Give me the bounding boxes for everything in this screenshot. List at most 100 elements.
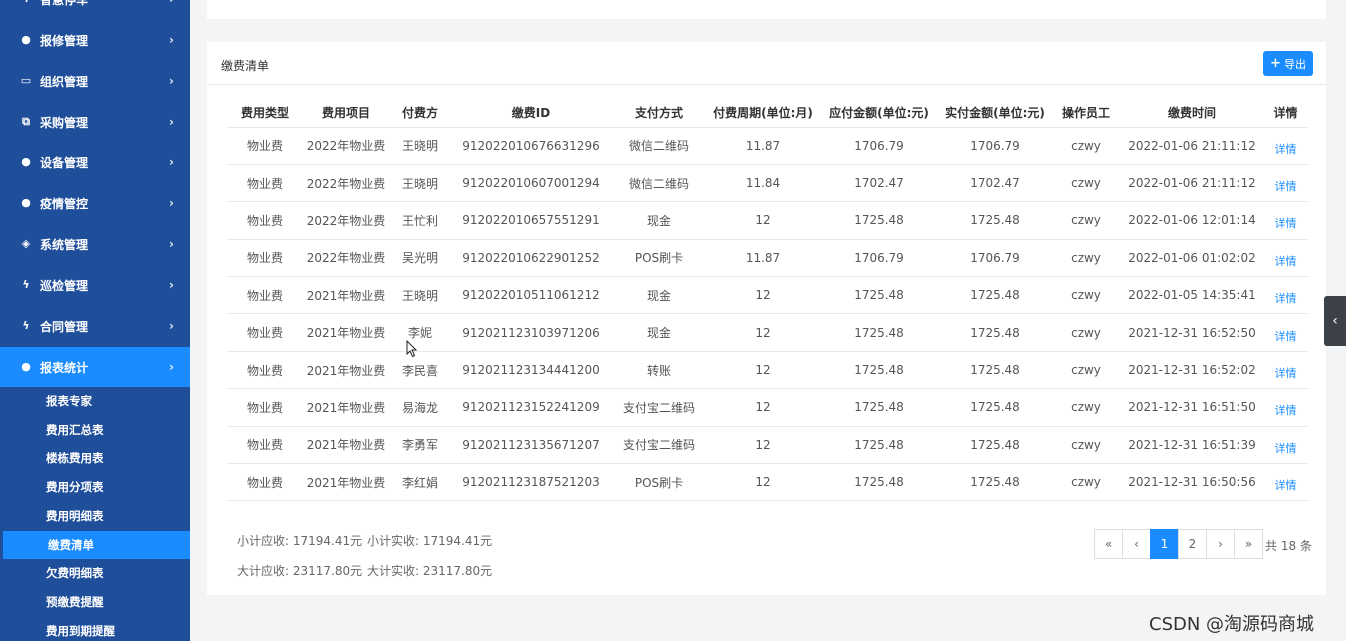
table-cell: 2022-01-06 21:11:12 bbox=[1121, 164, 1263, 203]
detail-link[interactable]: 详情 bbox=[1263, 239, 1308, 278]
sidebar: ϟ 智慧停车 › ● 报修管理 › ▭ 组织管理 › ⧉ 采购管理 › ● 设备管理 › ● 疫情管控 › ◈ 系统管… bbox=[0, 0, 190, 641]
sidebar-menu-6[interactable]: ● 疫情管控 › bbox=[0, 183, 190, 223]
table-cell: 912022010676631296 bbox=[451, 127, 611, 165]
page-1-button[interactable]: 1 bbox=[1150, 529, 1179, 559]
table-cell: 2022年物业费 bbox=[303, 164, 389, 203]
chevron-right-icon: › bbox=[169, 319, 174, 333]
detail-link[interactable]: 详情 bbox=[1263, 426, 1308, 465]
chevron-right-icon: › bbox=[169, 0, 174, 6]
table-cell: 2022-01-06 21:11:12 bbox=[1121, 127, 1263, 165]
detail-link[interactable]: 详情 bbox=[1263, 313, 1308, 352]
table-cell: 1725.48 bbox=[819, 201, 939, 240]
table-cell: 现金 bbox=[611, 313, 707, 352]
sidebar-menu-label: 疫情管控 bbox=[40, 196, 89, 211]
mouse-cursor-icon bbox=[406, 340, 418, 358]
detail-link[interactable]: 详情 bbox=[1263, 276, 1308, 315]
table-cell: 2021年物业费 bbox=[303, 313, 389, 352]
table-cell: 2021年物业费 bbox=[303, 426, 389, 465]
table-cell: 物业费 bbox=[227, 351, 303, 390]
detail-link[interactable]: 详情 bbox=[1263, 351, 1308, 390]
disc-icon: ● bbox=[21, 33, 31, 46]
table-cell: 物业费 bbox=[227, 164, 303, 203]
sidebar-menu-label: 报表统计 bbox=[40, 360, 89, 375]
table-cell: 12 bbox=[707, 276, 819, 315]
sidebar-submenu-item[interactable]: 报表专家 bbox=[0, 387, 190, 415]
chevron-right-icon: › bbox=[169, 196, 174, 210]
page-2-button[interactable]: 2 bbox=[1178, 529, 1207, 559]
chevron-right-icon: › bbox=[169, 237, 174, 251]
table-cell: 2021-12-31 16:52:02 bbox=[1121, 351, 1263, 390]
column-header: 缴费时间 bbox=[1121, 99, 1263, 128]
last-page-button[interactable]: » bbox=[1234, 529, 1263, 559]
table-cell: 转账 bbox=[611, 351, 707, 390]
table-cell: czwy bbox=[1051, 388, 1121, 427]
sidebar-menu-8[interactable]: ϟ 巡检管理 › bbox=[0, 265, 190, 305]
table-cell: czwy bbox=[1051, 239, 1121, 278]
export-button[interactable]: + 导出 bbox=[1263, 51, 1313, 76]
column-header: 应付金额(单位:元) bbox=[819, 99, 939, 128]
table-cell: 微信二维码 bbox=[611, 164, 707, 203]
prev-page-button[interactable]: ‹ bbox=[1122, 529, 1151, 559]
collapse-handle[interactable]: ‹ bbox=[1324, 296, 1346, 346]
chevron-right-icon: › bbox=[169, 360, 174, 374]
detail-link[interactable]: 详情 bbox=[1263, 388, 1308, 427]
column-header: 付费方 bbox=[389, 99, 451, 128]
sidebar-submenu-item[interactable]: 费用明细表 bbox=[0, 501, 190, 530]
sidebar-menu-3[interactable]: ▭ 组织管理 › bbox=[0, 61, 190, 101]
sidebar-submenu-item[interactable]: 预缴费提醒 bbox=[0, 587, 190, 616]
sidebar-menu-2[interactable]: ● 报修管理 › bbox=[0, 20, 190, 60]
table-cell: 12 bbox=[707, 313, 819, 352]
table-cell: 1725.48 bbox=[819, 463, 939, 502]
table-cell: 2021-12-31 16:52:50 bbox=[1121, 313, 1263, 352]
table-cell: 物业费 bbox=[227, 426, 303, 465]
sidebar-submenu-item[interactable]: 欠费明细表 bbox=[0, 559, 190, 588]
table-cell: 1706.79 bbox=[939, 239, 1051, 278]
detail-link[interactable]: 详情 bbox=[1263, 201, 1308, 240]
column-header: 操作员工 bbox=[1051, 99, 1121, 128]
sidebar-submenu-item[interactable]: 费用到期提醒 bbox=[0, 616, 190, 641]
table-cell: 1702.47 bbox=[819, 164, 939, 203]
detail-link[interactable]: 详情 bbox=[1263, 164, 1308, 203]
first-page-button[interactable]: « bbox=[1094, 529, 1123, 559]
table-row: 物业费 2022年物业费 王忙利 912022010657551291 现金 12 1725… bbox=[227, 201, 1308, 240]
sidebar-menu-1[interactable]: ϟ 智慧停车 › bbox=[0, 0, 190, 19]
sidebar-menu-label: 智慧停车 bbox=[40, 0, 88, 8]
table-cell: 物业费 bbox=[227, 463, 303, 502]
detail-link[interactable]: 详情 bbox=[1263, 463, 1308, 502]
bolt-icon: ϟ bbox=[22, 319, 30, 332]
table-cell: 2021年物业费 bbox=[303, 351, 389, 390]
table-cell: 1725.48 bbox=[939, 201, 1051, 240]
table-cell: 2022年物业费 bbox=[303, 239, 389, 278]
sidebar-submenu-item[interactable]: 楼栋费用表 bbox=[0, 444, 190, 473]
table-cell: 2021年物业费 bbox=[303, 463, 389, 502]
sidebar-menu-4[interactable]: ⧉ 采购管理 › bbox=[0, 102, 190, 142]
table-cell: 12 bbox=[707, 426, 819, 465]
sidebar-submenu-item[interactable]: 费用汇总表 bbox=[0, 415, 190, 444]
column-header: 付费周期(单位:月) bbox=[707, 99, 819, 128]
sidebar-menu-7[interactable]: ◈ 系统管理 › bbox=[0, 224, 190, 264]
pagination: « ‹ 1 2 › » bbox=[1094, 529, 1263, 559]
sidebar-menu-9[interactable]: ϟ 合同管理 › bbox=[0, 306, 190, 346]
table-cell: 1725.48 bbox=[819, 426, 939, 465]
watermark: CSDN @淘源码商城 bbox=[1149, 614, 1315, 635]
table-cell: 11.84 bbox=[707, 164, 819, 203]
sidebar-menu-10[interactable]: ● 报表统计 › bbox=[0, 347, 190, 387]
detail-link[interactable]: 详情 bbox=[1263, 127, 1308, 165]
table-cell: 1725.48 bbox=[819, 388, 939, 427]
table-cell: 912021123152241209 bbox=[451, 388, 611, 427]
column-header: 实付金额(单位:元) bbox=[939, 99, 1051, 128]
table-cell: 物业费 bbox=[227, 239, 303, 278]
next-page-button[interactable]: › bbox=[1206, 529, 1235, 559]
sidebar-submenu-item[interactable]: 缴费清单 bbox=[3, 530, 190, 559]
sidebar-submenu-item[interactable]: 费用分项表 bbox=[0, 473, 190, 502]
table-cell: 1725.48 bbox=[819, 313, 939, 352]
sidebar-menu-5[interactable]: ● 设备管理 › bbox=[0, 142, 190, 182]
table-cell: 912022010622901252 bbox=[451, 239, 611, 278]
bolt-icon: ϟ bbox=[20, 0, 32, 5]
table-cell: 王忙利 bbox=[389, 201, 451, 240]
sidebar-menu-label: 组织管理 bbox=[40, 74, 89, 89]
chevron-right-icon: › bbox=[169, 278, 174, 292]
plus-icon: + bbox=[1270, 55, 1281, 71]
sidebar-menu-label: 合同管理 bbox=[40, 319, 89, 334]
table-row: 物业费 2021年物业费 王晓明 912022010511061212 现金 12 1725… bbox=[227, 276, 1308, 315]
